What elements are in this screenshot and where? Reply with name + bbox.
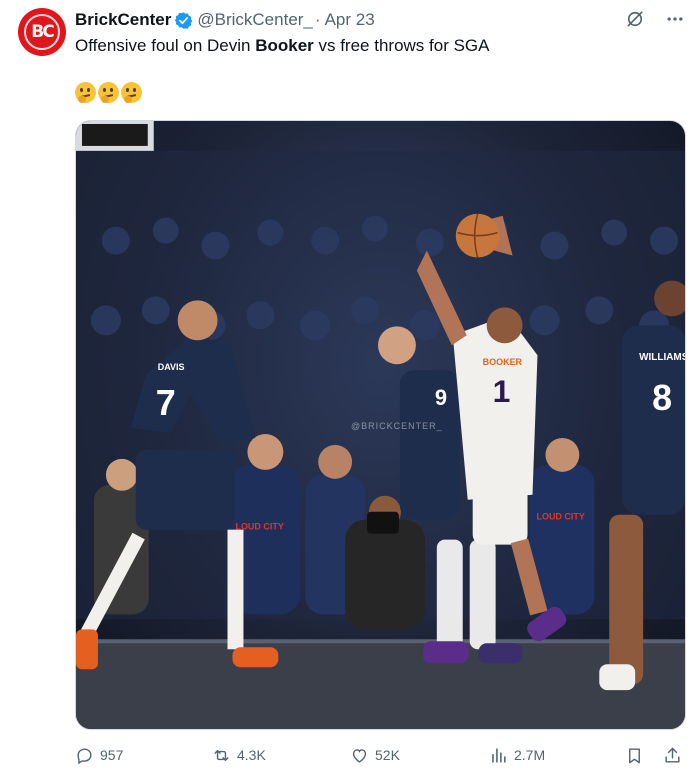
court-floor — [76, 639, 685, 729]
thinking-face-icon — [98, 82, 119, 103]
action-bar: 957 4.3K 52K 2.7M — [75, 743, 686, 767]
tweet-text: Offensive foul on Devin Booker vs free t… — [75, 35, 490, 57]
share-button[interactable] — [663, 743, 682, 767]
tweet[interactable]: BC BrickCenter @BrickCenter_ · Apr 23 Of… — [0, 0, 700, 771]
tweet-text-part: vs free throws for SGA — [313, 36, 490, 55]
emoji-row — [75, 82, 142, 103]
jersey-number-booker: 1 — [493, 373, 511, 409]
thinking-face-icon — [75, 82, 96, 103]
avatar[interactable]: BC — [18, 8, 66, 56]
bookmark-icon — [629, 747, 640, 763]
jersey-name-left: DAVIS — [158, 362, 185, 372]
thinking-face-icon — [121, 82, 142, 103]
grok-icon[interactable] — [624, 8, 646, 30]
repost-icon — [214, 749, 229, 761]
tweet-date[interactable]: Apr 23 — [325, 10, 375, 30]
more-icon[interactable] — [664, 8, 686, 30]
court-line — [76, 639, 685, 644]
crowd-shirt-text: LOUD CITY — [536, 512, 584, 522]
reply-button[interactable]: 957 — [75, 743, 123, 767]
video-watermark: @BRICKCENTER_ — [351, 421, 443, 431]
jersey-number-left: 7 — [156, 383, 176, 423]
photographer — [345, 519, 425, 630]
jersey-name-right: WILLIAMS — [639, 352, 685, 363]
handle[interactable]: @BrickCenter_ — [197, 10, 313, 30]
tweet-text-part: Offensive foul on Devin — [75, 36, 256, 55]
jersey-name-booker: BOOKER — [483, 357, 523, 367]
like-button[interactable]: 52K — [350, 743, 400, 767]
repost-count: 4.3K — [237, 747, 266, 763]
share-icon — [665, 747, 680, 763]
backboard-frame — [81, 123, 148, 146]
display-name[interactable]: BrickCenter — [75, 10, 171, 30]
crowd-shirt-text: LOUD CITY — [235, 522, 283, 532]
reply-icon — [77, 747, 92, 764]
video-media[interactable]: DAVIS 7 BOOKER 1 9 WILLIAMS 8 LOUD CITY … — [75, 120, 686, 730]
avatar-ring — [24, 14, 60, 50]
tweet-text-bold: Booker — [255, 36, 314, 55]
repost-button[interactable]: 4.3K — [212, 743, 266, 767]
view-count: 2.7M — [514, 747, 546, 763]
jersey-number-defender: 9 — [435, 385, 447, 410]
top-right-icons — [624, 8, 686, 30]
like-icon — [352, 748, 367, 763]
verified-badge-icon — [175, 11, 193, 29]
bookmark-button[interactable] — [625, 743, 644, 767]
views-button[interactable]: 2.7M — [489, 743, 545, 767]
reply-count: 957 — [100, 747, 124, 763]
separator-dot: · — [314, 10, 321, 29]
views-icon — [492, 747, 506, 763]
tweet-header: BrickCenter @BrickCenter_ · Apr 23 — [75, 9, 375, 31]
jersey-number-right: 8 — [652, 378, 672, 418]
like-count: 52K — [375, 747, 400, 763]
